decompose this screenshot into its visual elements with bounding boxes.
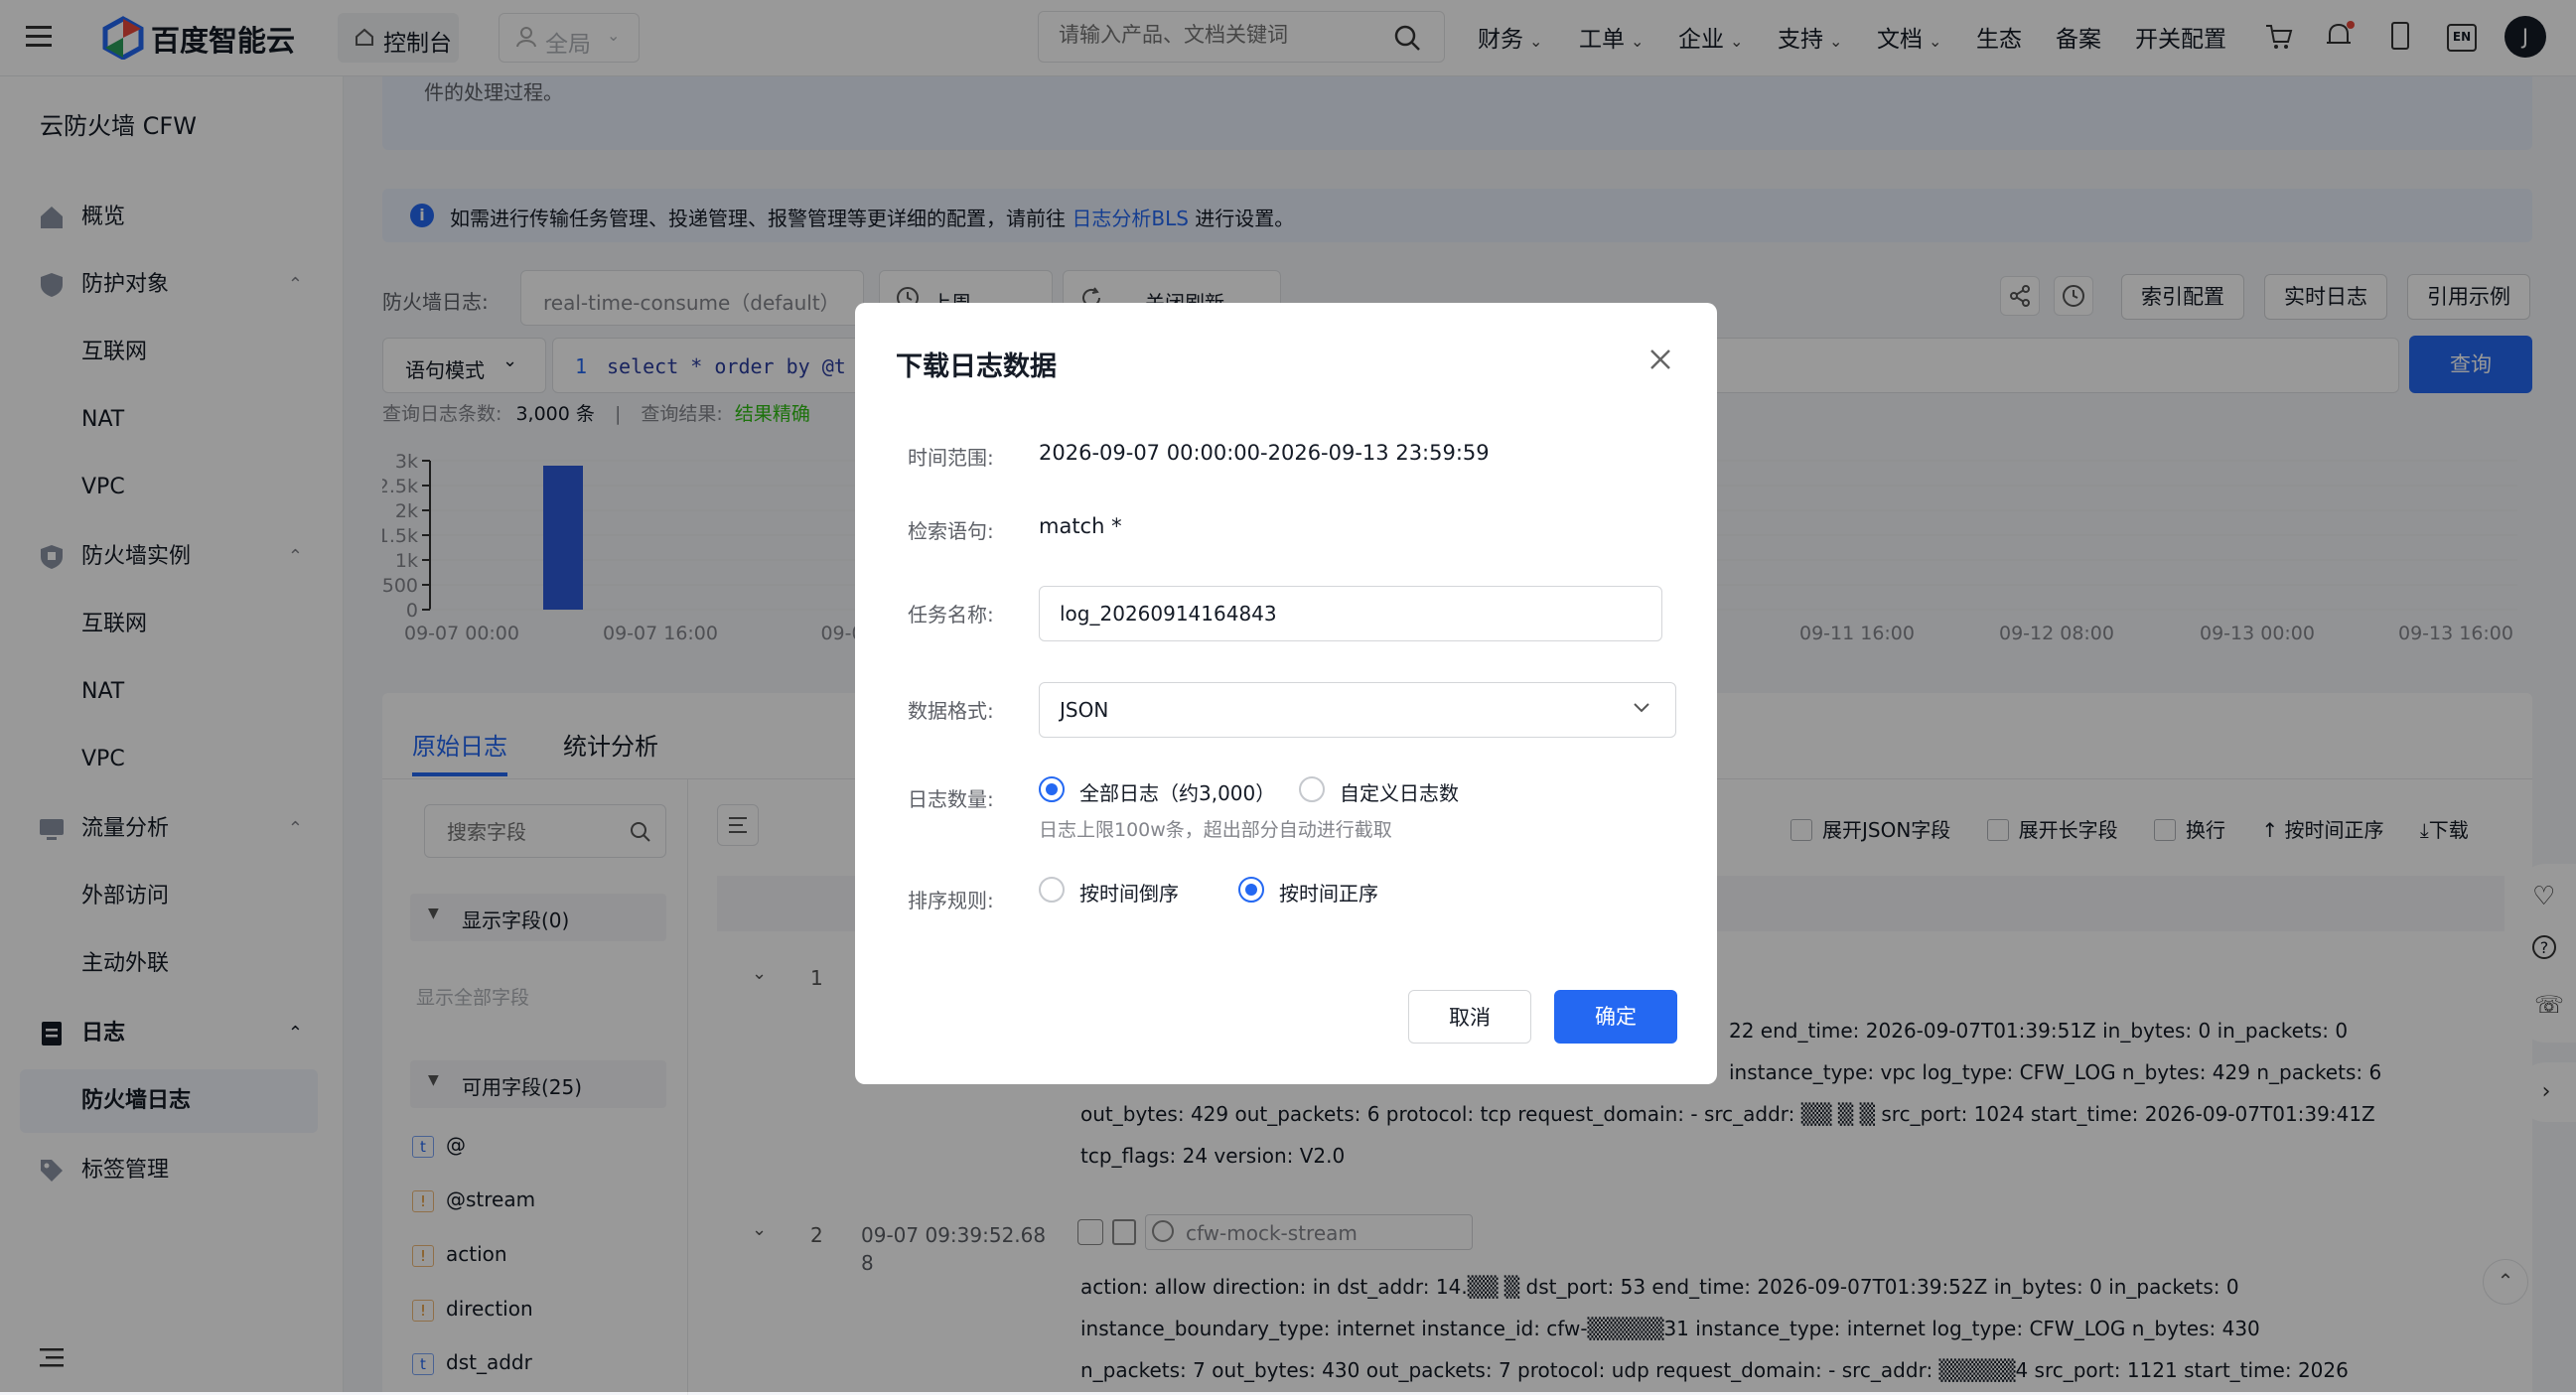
- query-value: match *: [1039, 514, 1122, 538]
- download-log-modal: 下载日志数据 时间范围: 2026-09-07 00:00:00-2026-09…: [855, 303, 1717, 1084]
- format-label: 数据格式:: [908, 699, 994, 723]
- count-all-label[interactable]: 全部日志（约3,000）: [1079, 777, 1275, 806]
- count-custom-label[interactable]: 自定义日志数: [1340, 777, 1459, 806]
- confirm-button[interactable]: 确定: [1554, 990, 1677, 1044]
- count-all-radio[interactable]: [1039, 776, 1065, 802]
- sort-desc-radio[interactable]: [1039, 877, 1065, 903]
- count-custom-radio[interactable]: [1299, 776, 1325, 802]
- format-select[interactable]: JSON: [1039, 682, 1676, 738]
- query-label: 检索语句:: [908, 519, 994, 543]
- task-name-label: 任务名称:: [908, 603, 994, 627]
- modal-title: 下载日志数据: [896, 351, 1057, 382]
- time-range-value: 2026-09-07 00:00:00-2026-09-13 23:59:59: [1039, 441, 1490, 465]
- log-count-label: 日志数量:: [908, 787, 994, 811]
- count-hint: 日志上限100w条，超出部分自动进行截取: [1039, 819, 1392, 841]
- chevron-down-icon: [1632, 701, 1651, 715]
- cancel-button[interactable]: 取消: [1408, 990, 1531, 1044]
- sort-desc-label[interactable]: 按时间倒序: [1079, 878, 1179, 907]
- sort-asc-label[interactable]: 按时间正序: [1279, 878, 1378, 907]
- sort-asc-radio[interactable]: [1238, 877, 1264, 903]
- sort-label: 排序规则:: [908, 889, 994, 912]
- task-name-input[interactable]: [1039, 586, 1662, 641]
- time-range-label: 时间范围:: [908, 446, 994, 470]
- close-icon[interactable]: [1646, 346, 1674, 373]
